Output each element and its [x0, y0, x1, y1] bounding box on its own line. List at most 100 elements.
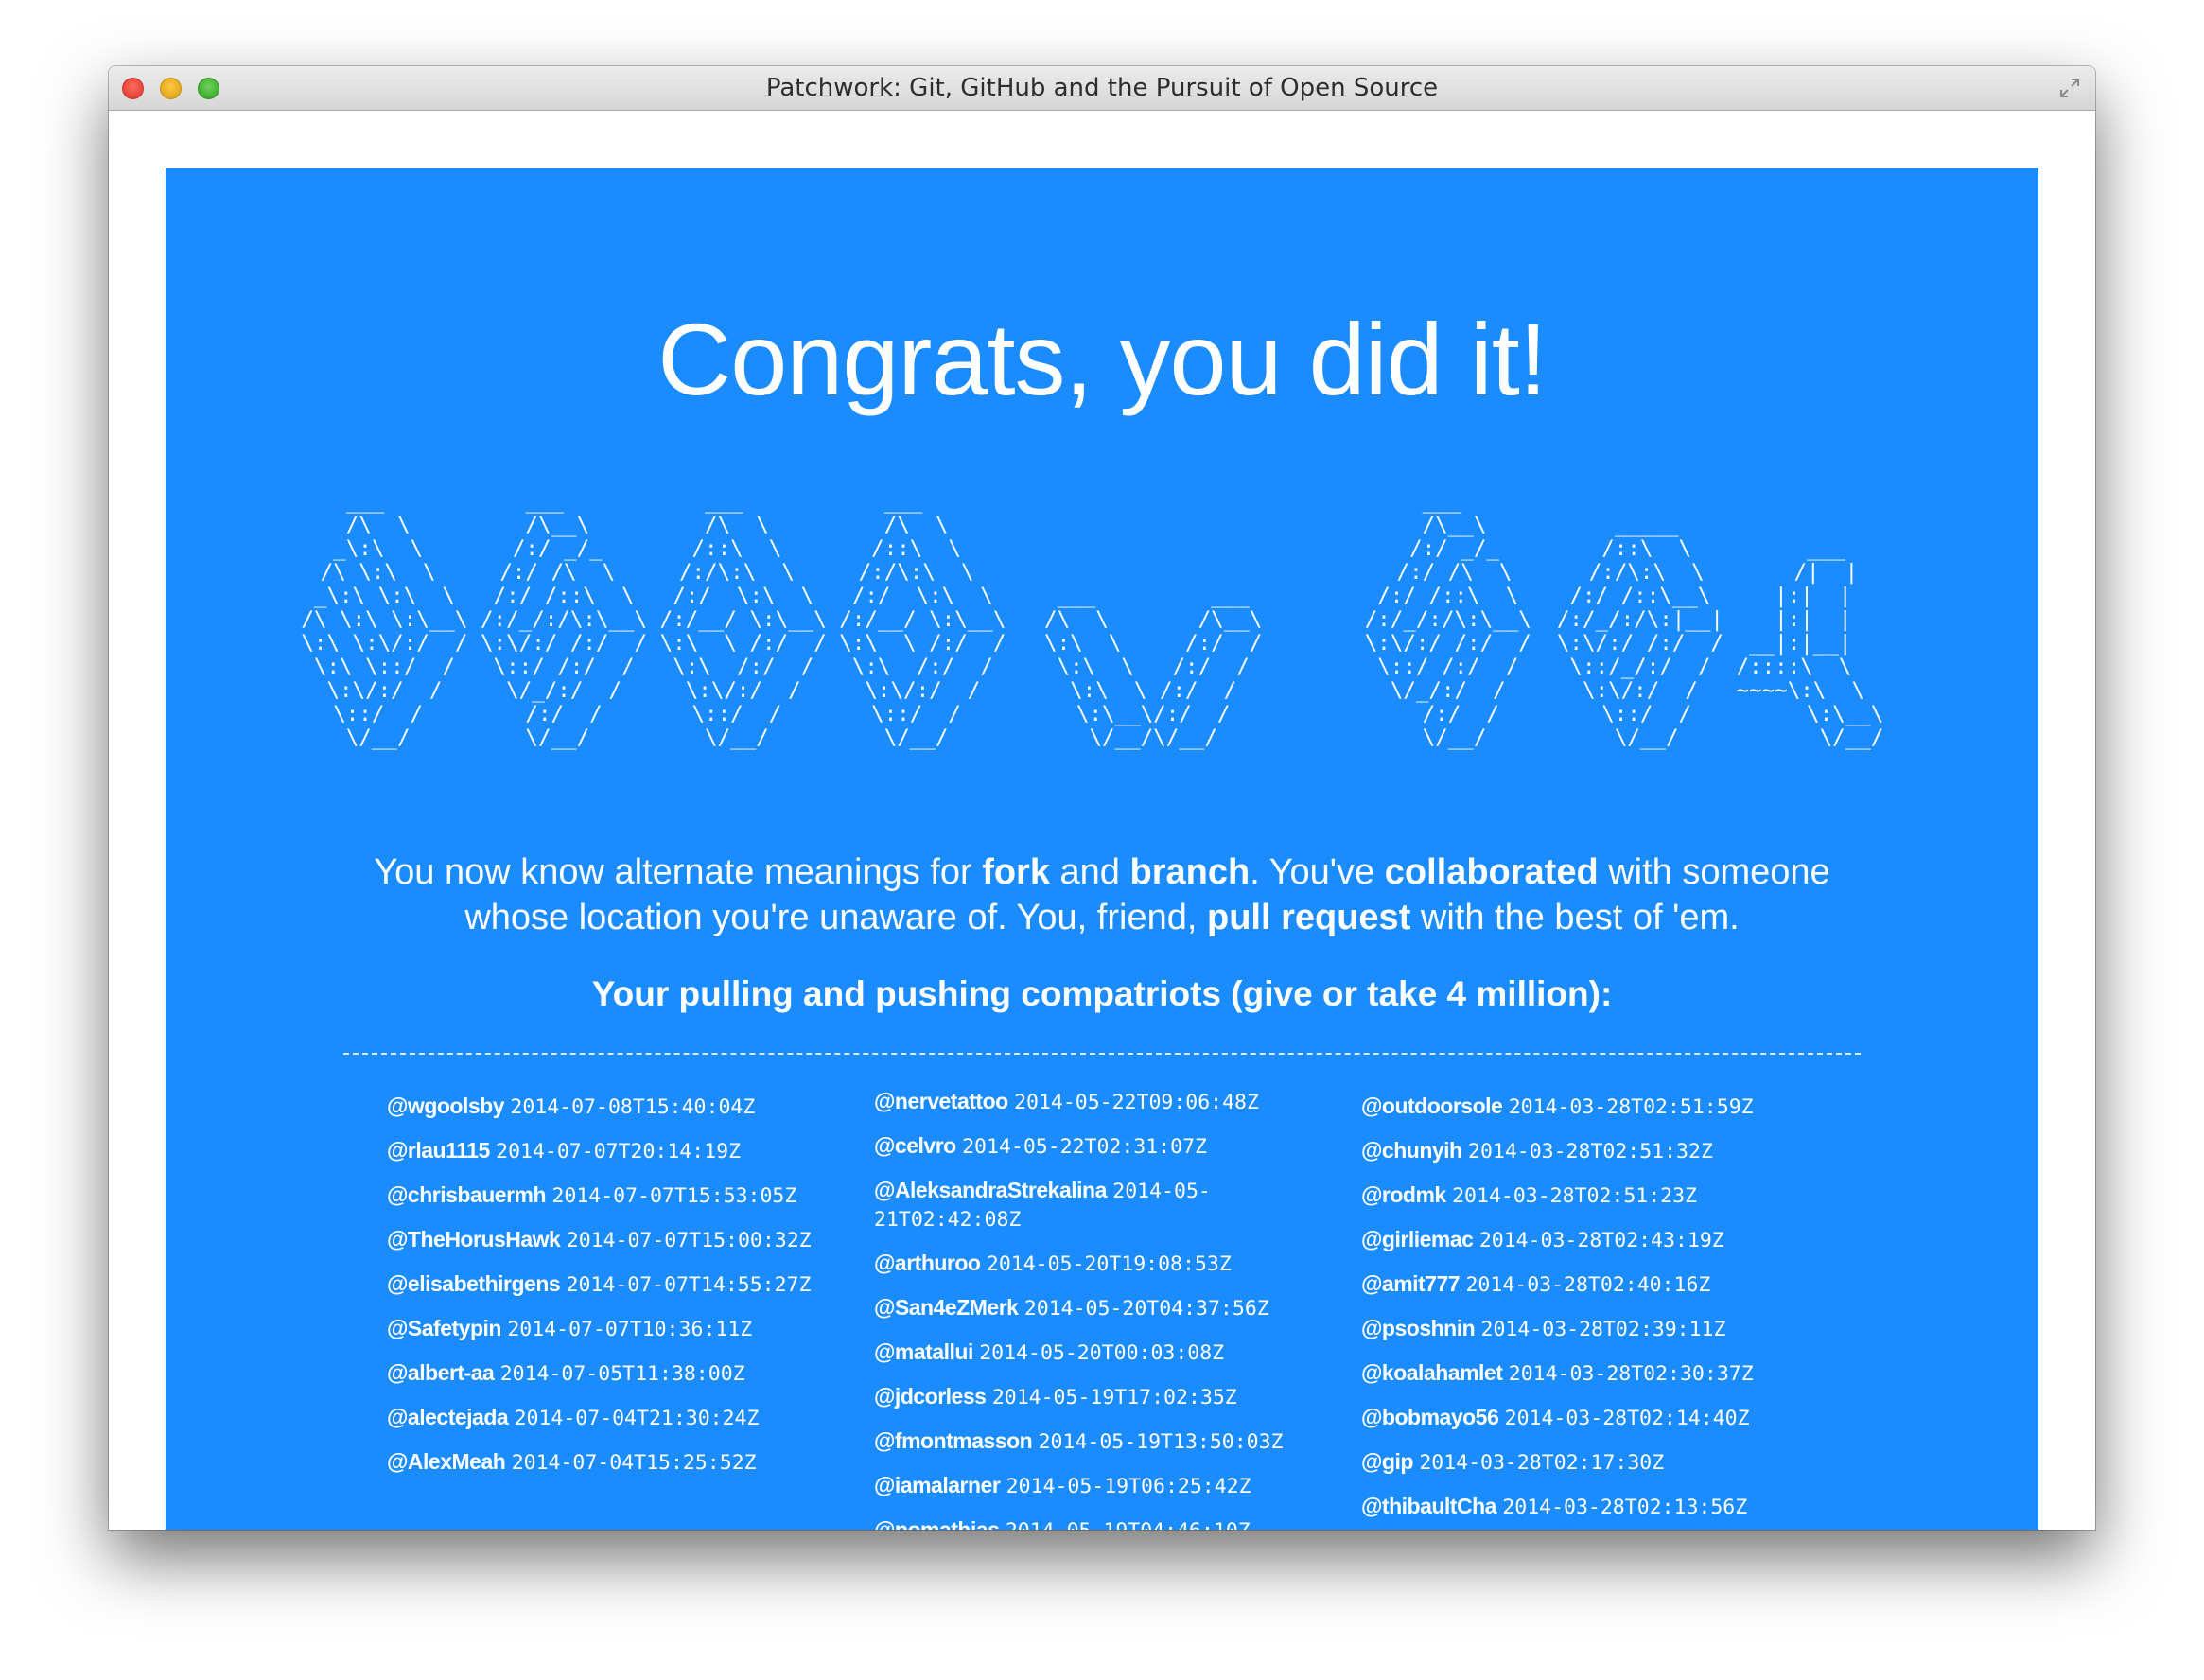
compatriot-entry: @Safetypin 2014-07-07T10:36:11Z [387, 1315, 850, 1343]
intro-text: . You've [1250, 852, 1385, 892]
intro-text: and [1049, 852, 1130, 892]
username-link[interactable]: @amit777 [1361, 1271, 1461, 1296]
username-link[interactable]: @TheHorusHawk [387, 1227, 561, 1251]
compatriot-entry: @AlexMeah 2014-07-04T15:25:52Z [387, 1448, 850, 1477]
username-link[interactable]: @rlau1115 [387, 1138, 490, 1163]
commit-timestamp: 2014-05-19T13:50:03Z [1038, 1430, 1284, 1454]
commit-timestamp: 2014-07-07T10:36:11Z [507, 1318, 753, 1341]
compatriots-column-1: @wgoolsby 2014-07-08T15:40:04Z @rlau1115 … [387, 1093, 850, 1493]
intro-paragraph: You now know alternate meanings for fork… [336, 849, 1868, 940]
commit-timestamp: 2014-05-20T00:03:08Z [979, 1341, 1225, 1365]
compatriot-entry: @elisabethirgens 2014-07-07T14:55:27Z [387, 1270, 850, 1299]
compatriot-entry: @celvro 2014-05-22T02:31:07Z [874, 1132, 1338, 1161]
commit-timestamp: 2014-07-04T15:25:52Z [511, 1451, 757, 1475]
username-link[interactable]: @elisabethirgens [387, 1271, 561, 1296]
compatriot-entry: @chrisbauermh 2014-07-07T15:53:05Z [387, 1181, 850, 1210]
compatriot-entry: @thibaultCha 2014-03-28T02:13:56Z [1361, 1493, 1825, 1521]
ascii-art-banner: ___ ___ ___ ___ ___ /\ \ /\__\ /\ \ /\ \ [301, 489, 1884, 750]
username-link[interactable]: @chunyih [1361, 1138, 1462, 1163]
fullscreen-icon[interactable] [2059, 78, 2080, 98]
commit-timestamp: 2014-05-19T04:46:10Z [1006, 1519, 1251, 1530]
title-bar[interactable]: Patchwork: Git, GitHub and the Pursuit o… [109, 66, 2095, 111]
compatriot-entry: @gip 2014-03-28T02:17:30Z [1361, 1448, 1825, 1477]
username-link[interactable]: @chrisbauermh [387, 1182, 547, 1207]
commit-timestamp: 2014-07-07T15:53:05Z [551, 1184, 797, 1208]
compatriot-entry: @fmontmasson 2014-05-19T13:50:03Z [874, 1427, 1338, 1456]
username-link[interactable]: @thibaultCha [1361, 1494, 1496, 1518]
username-link[interactable]: @alectejada [387, 1405, 509, 1429]
commit-timestamp: 2014-07-08T15:40:04Z [510, 1095, 756, 1119]
compatriot-entry: @koalahamlet 2014-03-28T02:30:37Z [1361, 1359, 1825, 1388]
compatriot-entry: @albert-aa 2014-07-05T11:38:00Z [387, 1359, 850, 1388]
commit-timestamp: 2014-03-28T02:13:56Z [1502, 1496, 1748, 1519]
username-link[interactable]: @nervetattoo [874, 1089, 1008, 1113]
username-link[interactable]: @albert-aa [387, 1360, 495, 1385]
commit-timestamp: 2014-05-22T09:06:48Z [1014, 1091, 1259, 1114]
username-link[interactable]: @San4eZMerk [874, 1295, 1019, 1320]
commit-timestamp: 2014-05-19T06:25:42Z [1006, 1475, 1251, 1498]
commit-timestamp: 2014-07-07T14:55:27Z [566, 1273, 812, 1297]
compatriot-entry: @TheHorusHawk 2014-07-07T15:00:32Z [387, 1226, 850, 1254]
compatriot-entry: @rlau1115 2014-07-07T20:14:19Z [387, 1137, 850, 1165]
commit-timestamp: 2014-03-28T02:43:19Z [1478, 1229, 1724, 1252]
browser-window: Patchwork: Git, GitHub and the Pursuit o… [109, 66, 2095, 1530]
intro-text: You now know alternate meanings for [374, 852, 983, 892]
username-link[interactable]: @rodmk [1361, 1182, 1446, 1207]
compatriot-entry: @nervetattoo 2014-05-22T09:06:48Z [874, 1088, 1338, 1116]
username-link[interactable]: @pomathias [874, 1517, 1000, 1530]
compatriots-column-2: @nervetattoo 2014-05-22T09:06:48Z @celvro… [874, 1088, 1338, 1530]
username-link[interactable]: @Safetypin [387, 1316, 501, 1340]
username-link[interactable]: @bobmayo56 [1361, 1405, 1499, 1429]
compatriot-entry: @pomathias 2014-05-19T04:46:10Z [874, 1516, 1338, 1530]
username-link[interactable]: @psoshnin [1361, 1316, 1476, 1340]
intro-text: with the best of 'em. [1410, 898, 1740, 937]
commit-timestamp: 2014-03-28T02:51:23Z [1452, 1184, 1697, 1208]
username-link[interactable]: @koalahamlet [1361, 1360, 1503, 1385]
username-link[interactable]: @AlexMeah [387, 1449, 506, 1474]
compatriot-entry: @chunyih 2014-03-28T02:51:32Z [1361, 1137, 1825, 1165]
page-title: Congrats, you did it! [657, 302, 1548, 416]
window-title: Patchwork: Git, GitHub and the Pursuit o… [765, 74, 1439, 102]
commit-timestamp: 2014-07-07T20:14:19Z [496, 1140, 742, 1164]
username-link[interactable]: @wgoolsby [387, 1094, 505, 1118]
intro-bold-pull-request: pull request [1206, 898, 1411, 937]
compatriot-entry: @San4eZMerk 2014-05-20T04:37:56Z [874, 1294, 1338, 1322]
compatriots-column-3: @outdoorsole 2014-03-28T02:51:59Z @chunyi… [1361, 1093, 1825, 1530]
commit-timestamp: 2014-05-19T17:02:35Z [991, 1386, 1237, 1409]
username-link[interactable]: @AleksandraStrekalina [874, 1178, 1107, 1202]
compatriot-entry: @outdoorsole 2014-03-28T02:51:59Z [1361, 1093, 1825, 1121]
compatriot-entry: @arthuroo 2014-05-20T19:08:53Z [874, 1250, 1338, 1278]
username-link[interactable]: @matallui [874, 1339, 973, 1364]
username-link[interactable]: @outdoorsole [1361, 1094, 1503, 1118]
commit-timestamp: 2014-03-28T02:51:59Z [1508, 1095, 1754, 1119]
commit-timestamp: 2014-03-28T02:39:11Z [1480, 1318, 1726, 1341]
compatriot-entry: @psoshnin 2014-03-28T02:39:11Z [1361, 1315, 1825, 1343]
compatriot-entry: @jdcorless 2014-05-19T17:02:35Z [874, 1383, 1338, 1411]
compatriot-entry: @alectejada 2014-07-04T21:30:24Z [387, 1404, 850, 1432]
username-link[interactable]: @gip [1361, 1449, 1413, 1474]
commit-timestamp: 2014-03-28T02:51:32Z [1468, 1140, 1713, 1164]
compatriots-heading: Your pulling and pushing compatriots (gi… [591, 974, 1613, 1013]
commit-timestamp: 2014-07-04T21:30:24Z [514, 1407, 760, 1430]
username-link[interactable]: @jdcorless [874, 1384, 987, 1409]
congrats-panel: Congrats, you did it! ___ ___ ___ ___ __… [166, 168, 2038, 1530]
intro-bold-collaborated: collaborated [1384, 852, 1599, 892]
commit-timestamp: 2014-05-22T02:31:07Z [962, 1135, 1207, 1159]
commit-timestamp: 2014-07-05T11:38:00Z [499, 1362, 745, 1386]
username-link[interactable]: @girliemac [1361, 1227, 1474, 1251]
compatriot-entry: @girliemac 2014-03-28T02:43:19Z [1361, 1226, 1825, 1254]
compatriot-entry: @bobmayo56 2014-03-28T02:14:40Z [1361, 1404, 1825, 1432]
compatriot-entry: @rodmk 2014-03-28T02:51:23Z [1361, 1181, 1825, 1210]
commit-timestamp: 2014-03-28T02:14:40Z [1504, 1407, 1750, 1430]
username-link[interactable]: @arthuroo [874, 1251, 981, 1275]
commit-timestamp: 2014-03-28T02:30:37Z [1508, 1362, 1754, 1386]
username-link[interactable]: @celvro [874, 1133, 956, 1158]
username-link[interactable]: @iamalarner [874, 1473, 1001, 1497]
compatriot-entry: @amit777 2014-03-28T02:40:16Z [1361, 1270, 1825, 1299]
commit-timestamp: 2014-03-28T02:17:30Z [1419, 1451, 1665, 1475]
compatriot-entry: @wgoolsby 2014-07-08T15:40:04Z [387, 1093, 850, 1121]
commit-timestamp: 2014-05-20T19:08:53Z [986, 1252, 1232, 1276]
intro-bold-branch: branch [1129, 852, 1251, 892]
username-link[interactable]: @fmontmasson [874, 1428, 1033, 1453]
intro-bold-fork: fork [982, 852, 1050, 892]
